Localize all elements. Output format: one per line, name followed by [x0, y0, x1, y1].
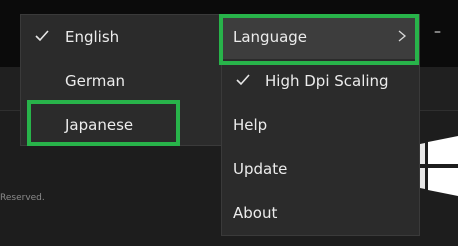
windows-logo-icon: [420, 136, 458, 196]
menu-item-update[interactable]: Update: [222, 147, 419, 191]
menu-item-help[interactable]: Help: [222, 103, 419, 147]
menu-item-label: Help: [233, 116, 268, 134]
context-menu: Language High Dpi Scaling Help Update Ab…: [221, 14, 420, 236]
copyright-text: Reserved.: [0, 193, 45, 203]
language-item-label: German: [65, 72, 126, 90]
language-submenu: English German Japanese: [20, 14, 222, 146]
menu-item-label: Language: [233, 28, 308, 46]
menu-item-label: About: [233, 204, 278, 222]
language-item-japanese[interactable]: Japanese: [21, 103, 221, 147]
menu-item-about[interactable]: About: [222, 191, 419, 235]
menu-item-language[interactable]: Language: [222, 15, 419, 59]
menu-item-label: Update: [233, 160, 288, 178]
menu-item-label: High Dpi Scaling: [265, 72, 389, 90]
language-item-english[interactable]: English: [21, 15, 221, 59]
language-item-german[interactable]: German: [21, 59, 221, 103]
language-item-label: English: [65, 28, 120, 46]
language-item-label: Japanese: [65, 116, 134, 134]
minimize-button[interactable]: –: [434, 24, 441, 40]
menu-item-high-dpi-scaling[interactable]: High Dpi Scaling: [222, 59, 419, 103]
check-icon: [35, 30, 49, 42]
check-icon: [236, 74, 250, 86]
chevron-right-icon: [398, 30, 407, 42]
